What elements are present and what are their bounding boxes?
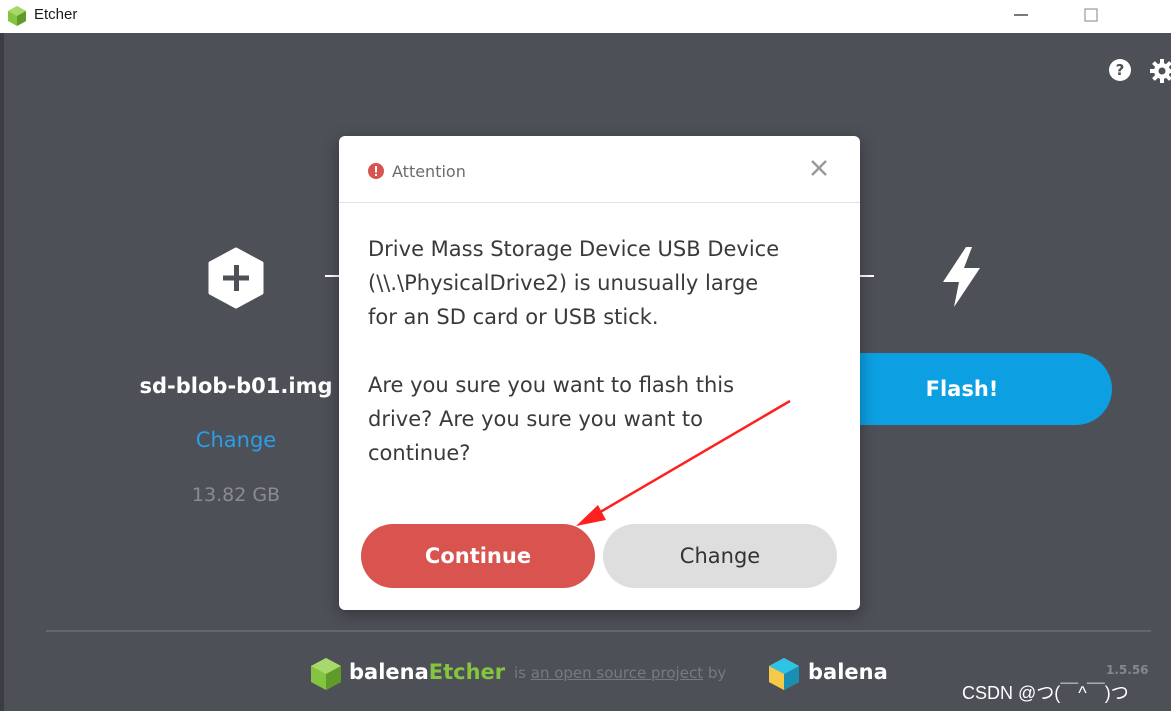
question-line: drive? Are you sure you want to: [368, 407, 703, 431]
change-drive-button[interactable]: Change: [603, 524, 837, 588]
version-label: 1.5.56: [1106, 663, 1149, 677]
warning-paragraph: Drive Mass Storage Device USB Device (\\…: [368, 232, 838, 334]
window-title: Etcher: [34, 6, 78, 23]
attention-dialog: Attention Drive Mass Storage Device USB …: [339, 136, 860, 610]
brand-balena: balena: [349, 660, 429, 684]
maximize-icon: [1084, 8, 1098, 22]
help-icon[interactable]: ?: [1108, 58, 1132, 82]
svg-text:?: ?: [1116, 61, 1125, 79]
maximize-button[interactable]: [1068, 0, 1114, 32]
brand-wordmark[interactable]: balenaEtcher: [349, 660, 505, 684]
question-line: continue?: [368, 441, 471, 465]
message-line: for an SD card or USB stick.: [368, 305, 659, 329]
close-icon[interactable]: [809, 158, 829, 178]
window-edge: [0, 33, 4, 711]
watermark-text: CSDN @つ(￣^￣)つ: [962, 683, 1129, 703]
etcher-app-icon: [8, 6, 26, 26]
window-titlebar: Etcher: [0, 0, 1171, 34]
minimize-icon: [1014, 14, 1028, 16]
alert-icon: [368, 163, 384, 179]
lightning-icon: [943, 247, 980, 307]
change-image-link[interactable]: Change: [146, 428, 326, 452]
gear-icon[interactable]: [1150, 58, 1171, 84]
dialog-message: Drive Mass Storage Device USB Device (\\…: [368, 232, 838, 504]
tagline-suffix: by: [703, 664, 727, 682]
message-line: (\\.\PhysicalDrive2) is unusually large: [368, 271, 759, 295]
image-size: 13.82 GB: [191, 484, 281, 506]
footer-divider: [46, 630, 1151, 632]
continue-button[interactable]: Continue: [361, 524, 595, 588]
footer-tagline: is an open source project by: [514, 664, 726, 682]
balena-logo-icon[interactable]: [768, 657, 800, 691]
open-source-link[interactable]: an open source project: [531, 664, 703, 682]
flash-button-label: Flash!: [925, 377, 999, 401]
selected-image-name: sd-blob-b01.img: [139, 374, 333, 398]
dialog-header: Attention: [339, 136, 860, 203]
question-line: Are you sure you want to flash this: [368, 373, 735, 397]
tagline-prefix: is: [514, 664, 531, 682]
dialog-title: Attention: [392, 162, 466, 181]
question-paragraph: Are you sure you want to flash this driv…: [368, 368, 838, 470]
balena-company-link[interactable]: balena: [808, 660, 888, 684]
add-image-icon[interactable]: [207, 247, 265, 309]
balena-etcher-logo-icon: [311, 658, 341, 690]
brand-etcher: Etcher: [428, 660, 506, 684]
message-line: Drive Mass Storage Device USB Device: [368, 237, 780, 261]
minimize-button[interactable]: [998, 0, 1044, 32]
